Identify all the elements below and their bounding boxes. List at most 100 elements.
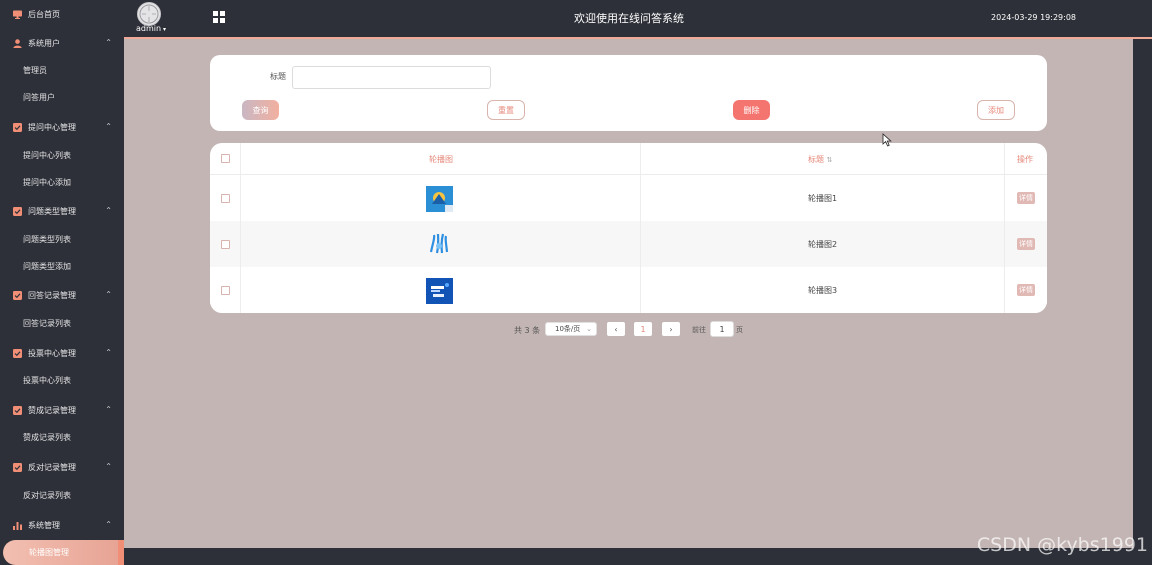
chevron-up-icon: ⌃ <box>105 348 112 357</box>
table-header: 轮播图 标题 ⇅ 操作 <box>210 143 1047 175</box>
sidebar-item-carousel-active[interactable]: 轮播图管理 <box>3 540 118 565</box>
sidebar-item-label: 管理员 <box>23 65 47 75</box>
sidebar-group-label: 赞成记录管理 <box>28 405 76 415</box>
checkbox-icon <box>13 290 22 300</box>
sidebar-item-approval-list[interactable]: 赞成记录列表 <box>0 423 124 451</box>
chevron-up-icon: ⌃ <box>105 462 112 471</box>
sidebar-group-label: 回答记录管理 <box>28 290 76 300</box>
sidebar-item-label: 反对记录列表 <box>23 490 71 500</box>
table-row: 轮播图1 详情 <box>210 175 1047 222</box>
sidebar-item-label: 问题类型列表 <box>23 234 71 244</box>
sidebar-item-answer-list[interactable]: 回答记录列表 <box>0 309 124 337</box>
add-button[interactable]: 添加 <box>977 100 1015 120</box>
app-title: 欢迎使用在线问答系统 <box>574 12 684 25</box>
sort-icon[interactable]: ⇅ <box>827 156 833 164</box>
sidebar-group-label: 提问中心管理 <box>28 122 76 132</box>
detail-button[interactable]: 详情 <box>1017 192 1035 204</box>
sidebar-item-admin[interactable]: 管理员 <box>0 56 124 84</box>
row-title: 轮播图1 <box>808 194 838 203</box>
page-suffix: 页 <box>736 326 743 334</box>
sidebar-group-approvals[interactable]: 赞成记录管理 ⌃ <box>0 396 124 424</box>
top-header: admin ▾ 欢迎使用在线问答系统 2024-03-29 19:29:08 <box>124 0 1152 39</box>
chevron-up-icon: ⌃ <box>105 290 112 299</box>
goto-label: 前往 <box>692 326 706 334</box>
column-divider <box>1004 143 1005 313</box>
sidebar-item-label: 回答记录列表 <box>23 318 71 328</box>
sidebar-item-label: 问题类型添加 <box>23 261 71 271</box>
checkbox-icon <box>13 462 22 472</box>
reset-button[interactable]: 重置 <box>487 100 525 120</box>
table-row: 轮播图2 详情 <box>210 221 1047 268</box>
row-title: 轮播图2 <box>808 240 838 249</box>
sidebar-item-type-list[interactable]: 问题类型列表 <box>0 225 124 253</box>
sidebar-item-label: 提问中心列表 <box>23 150 71 160</box>
chevron-up-icon: ⌃ <box>105 206 112 215</box>
chevron-down-icon: ⌄ <box>586 325 592 333</box>
title-search-input[interactable] <box>292 66 491 89</box>
column-divider <box>240 143 241 313</box>
detail-button[interactable]: 详情 <box>1017 284 1035 296</box>
sidebar-item-question-list[interactable]: 提问中心列表 <box>0 141 124 169</box>
carousel-thumbnail <box>426 232 453 258</box>
sidebar-group-answers[interactable]: 回答记录管理 ⌃ <box>0 281 124 309</box>
user-icon <box>13 38 22 48</box>
detail-button[interactable]: 详情 <box>1017 238 1035 250</box>
carousel-thumbnail <box>426 186 453 212</box>
column-divider <box>640 143 641 313</box>
sidebar-item-label: 问答用户 <box>23 92 55 102</box>
chevron-up-icon: ⌃ <box>105 38 112 47</box>
sidebar-item-vote-list[interactable]: 投票中心列表 <box>0 366 124 394</box>
sidebar-group-label: 系统管理 <box>28 520 60 530</box>
sidebar-item-type-add[interactable]: 问题类型添加 <box>0 252 124 280</box>
avatar[interactable] <box>137 2 161 26</box>
sidebar-item-label: 赞成记录列表 <box>23 432 71 442</box>
chevron-up-icon: ⌃ <box>105 122 112 131</box>
chevron-up-icon: ⌃ <box>105 520 112 529</box>
sidebar-group-questions[interactable]: 提问中心管理 ⌃ <box>0 113 124 141</box>
column-header-title[interactable]: 标题 ⇅ <box>808 154 832 165</box>
sidebar-group-oppositions[interactable]: 反对记录管理 ⌃ <box>0 453 124 481</box>
query-button[interactable]: 查询 <box>242 100 279 120</box>
sidebar-home-label: 后台首页 <box>28 9 60 19</box>
main-content: 标题 查询 重置 删除 添加 轮播图 标题 ⇅ 操作 轮播图1 详情 轮播图2 … <box>124 39 1133 548</box>
datetime: 2024-03-29 19:29:08 <box>991 13 1076 22</box>
grid-icon[interactable] <box>213 11 225 23</box>
checkbox-icon <box>13 206 22 216</box>
prev-page-button[interactable]: ‹ <box>607 322 625 336</box>
page-number-current[interactable]: 1 <box>634 322 652 336</box>
checkbox-icon <box>13 348 22 358</box>
row-checkbox[interactable] <box>221 240 230 249</box>
sidebar-item-qa-users[interactable]: 问答用户 <box>0 83 124 111</box>
sidebar-group-system[interactable]: 系统管理 ⌃ <box>0 511 124 539</box>
sidebar-item-label: 提问中心添加 <box>23 177 71 187</box>
watermark: CSDN @kybs1991 <box>976 534 1148 556</box>
sidebar-home[interactable]: 后台首页 <box>0 0 124 28</box>
sidebar-item-question-add[interactable]: 提问中心添加 <box>0 168 124 196</box>
sidebar-group-label: 投票中心管理 <box>28 348 76 358</box>
username: admin <box>136 24 162 33</box>
select-all-checkbox[interactable] <box>221 154 230 163</box>
page-size-value: 10条/页 <box>555 325 581 333</box>
next-page-button[interactable]: › <box>662 322 680 336</box>
carousel-thumbnail <box>426 278 453 304</box>
sidebar-group-label: 问题类型管理 <box>28 206 76 216</box>
delete-button[interactable]: 删除 <box>733 100 770 120</box>
column-header-title-text: 标题 <box>808 155 824 164</box>
search-panel: 标题 查询 重置 删除 添加 <box>210 55 1047 131</box>
page-size-select[interactable]: 10条/页 ⌄ <box>545 322 597 336</box>
chevron-up-icon: ⌃ <box>105 405 112 414</box>
sidebar-group-votes[interactable]: 投票中心管理 ⌃ <box>0 339 124 367</box>
sidebar-group-label: 反对记录管理 <box>28 462 76 472</box>
user-menu[interactable]: admin ▾ <box>136 24 166 33</box>
sidebar-item-label: 轮播图管理 <box>29 548 69 557</box>
pagination-total: 共 3 条 <box>514 326 541 335</box>
row-checkbox[interactable] <box>221 194 230 203</box>
column-header-actions: 操作 <box>1017 155 1033 164</box>
sidebar-group-users[interactable]: 系统用户 ⌃ <box>0 29 124 57</box>
sidebar-group-question-types[interactable]: 问题类型管理 ⌃ <box>0 197 124 225</box>
bar-chart-icon <box>13 521 22 530</box>
goto-page-input[interactable]: 1 <box>710 321 734 337</box>
right-edge-bar <box>1133 39 1152 548</box>
sidebar-item-opposition-list[interactable]: 反对记录列表 <box>0 481 124 509</box>
row-checkbox[interactable] <box>221 286 230 295</box>
